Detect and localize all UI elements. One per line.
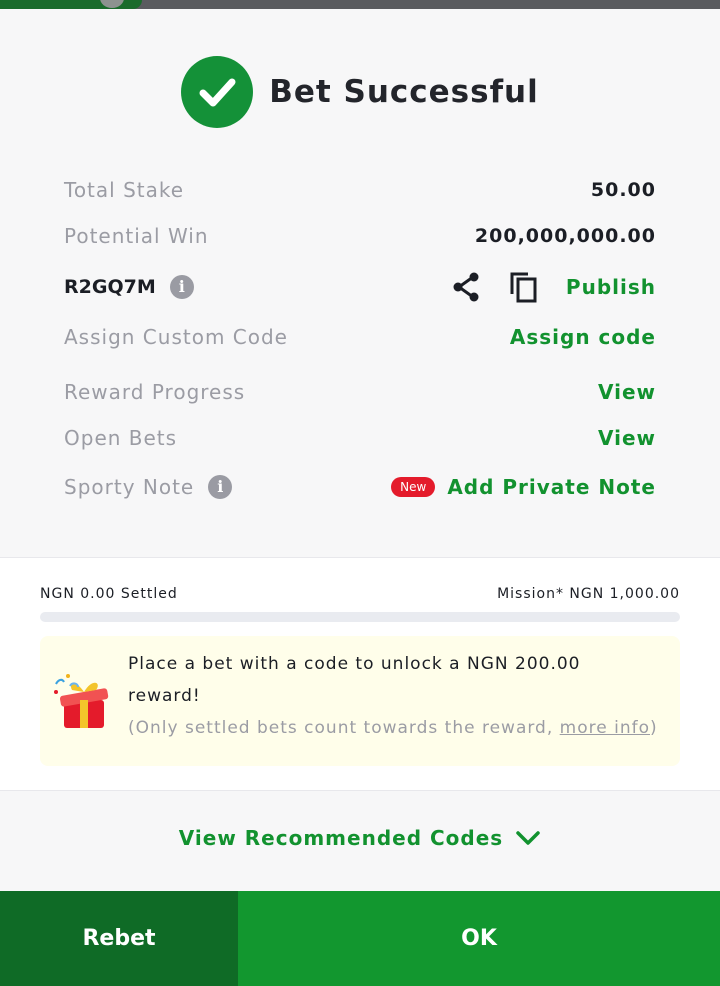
top-bar [0,0,720,9]
reward-promo-card: Place a bet with a code to unlock a NGN … [40,636,680,766]
open-bets-view-button[interactable]: View [598,426,656,450]
top-bar-tab [0,0,142,9]
mission-progress-bar [40,612,680,622]
reward-progress-label: Reward Progress [64,380,246,404]
check-circle-icon [181,56,254,128]
promo-note-text: (Only settled bets count towards the rew… [128,718,560,738]
mission-panel: NGN 0.00 Settled Mission* NGN 1,000.00 P… [0,557,720,791]
assign-code-button[interactable]: Assign code [510,325,656,349]
footer-actions: Rebet OK [0,891,720,986]
open-bets-row: Open Bets View [64,426,656,450]
share-icon[interactable] [450,271,482,303]
promo-text: Place a bet with a code to unlock a NGN … [128,648,658,744]
mission-target: Mission* NGN 1,000.00 [497,586,680,602]
promo-note: (Only settled bets count towards the rew… [128,712,658,744]
ok-button[interactable]: OK [238,891,720,986]
new-badge: New [391,477,436,497]
success-header: Bet Successful [0,56,720,128]
potential-win-value: 200,000,000.00 [474,225,656,247]
mission-progress-labels: NGN 0.00 Settled Mission* NGN 1,000.00 [40,586,680,602]
chevron-down-icon [516,831,540,845]
total-stake-value: 50.00 [590,179,656,201]
potential-win-row: Potential Win 200,000,000.00 [64,224,656,248]
promo-headline: Place a bet with a code to unlock a NGN … [128,654,581,706]
copy-icon[interactable] [508,270,540,304]
recommended-codes-label: View Recommended Codes [178,826,504,850]
booking-code: R2GQ7M [64,276,156,298]
add-private-note-button[interactable]: Add Private Note [447,475,656,499]
reward-progress-row: Reward Progress View [64,380,656,404]
total-stake-label: Total Stake [64,178,185,202]
publish-button[interactable]: Publish [566,275,656,299]
booking-code-row: R2GQ7M i Publish [64,270,656,304]
promo-note-end: ) [650,718,658,738]
settled-amount: NGN 0.00 Settled [40,586,178,602]
custom-code-label: Assign Custom Code [64,325,288,349]
rebet-button[interactable]: Rebet [0,891,238,986]
total-stake-row: Total Stake 50.00 [64,178,656,202]
potential-win-label: Potential Win [64,224,209,248]
open-bets-label: Open Bets [64,426,178,450]
sporty-note-label: Sporty Note [64,475,195,499]
custom-code-row: Assign Custom Code Assign code [64,325,656,349]
info-icon[interactable]: i [208,475,233,499]
info-icon[interactable]: i [169,275,194,299]
sporty-note-row: Sporty Note i New Add Private Note [64,475,656,499]
more-info-link[interactable]: more info [560,718,650,738]
reward-progress-view-button[interactable]: View [598,380,656,404]
view-recommended-codes-button[interactable]: View Recommended Codes [0,826,720,850]
page-title: Bet Successful [269,74,539,110]
gift-icon [50,670,112,736]
